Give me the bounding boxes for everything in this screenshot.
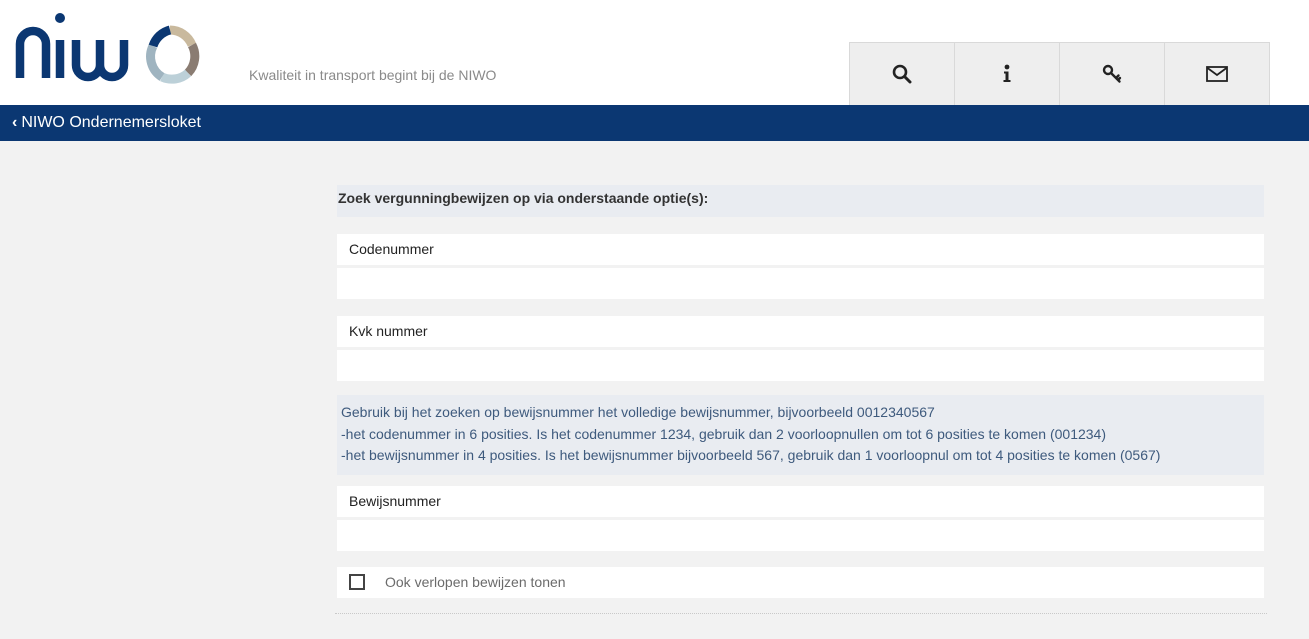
help-line: -het codenummer in 6 posities. Is het co…	[341, 425, 1106, 442]
codenummer-group: Codenummer	[337, 234, 1264, 299]
kvk-label: Kvk nummer	[337, 316, 1264, 347]
niwo-logo[interactable]	[14, 10, 200, 84]
search-form: Zoek vergunningbewijzen op via onderstaa…	[337, 185, 1264, 598]
codenummer-input[interactable]	[337, 268, 1264, 299]
bewijsnummer-group: Bewijsnummer	[337, 485, 1264, 551]
codenummer-label: Codenummer	[337, 234, 1264, 265]
help-line: Gebruik bij het zoeken op bewijsnummer h…	[341, 404, 935, 420]
key-icon	[1102, 64, 1122, 83]
expired-checkbox-label: Ook verlopen bewijzen tonen	[385, 574, 566, 590]
header-toolbar	[849, 42, 1270, 105]
expired-checkbox[interactable]	[349, 574, 365, 590]
kvk-group: Kvk nummer	[337, 316, 1264, 381]
tagline: Kwaliteit in transport begint bij de NIW…	[249, 67, 497, 83]
contact-button[interactable]	[1164, 42, 1270, 105]
chevron-left-icon: ‹	[12, 114, 18, 131]
nav-bar: ‹ NIWO Ondernemersloket	[0, 105, 1309, 141]
site-header: Kwaliteit in transport begint bij de NIW…	[0, 0, 1309, 105]
info-button[interactable]	[954, 42, 1060, 105]
expired-checkbox-row[interactable]: Ook verlopen bewijzen tonen	[337, 566, 1264, 598]
back-link[interactable]: ‹ NIWO Ondernemersloket	[12, 114, 201, 132]
help-line: -het bewijsnummer in 4 posities. Is het …	[341, 447, 1161, 463]
mail-icon	[1206, 66, 1228, 82]
search-icon	[892, 64, 912, 84]
info-icon	[1003, 64, 1011, 82]
kvk-input[interactable]	[337, 350, 1264, 381]
bewijsnummer-input[interactable]	[337, 519, 1264, 551]
form-intro: Zoek vergunningbewijzen op via onderstaa…	[337, 185, 1264, 217]
login-button[interactable]	[1059, 42, 1165, 105]
divider	[335, 613, 1267, 614]
bewijsnummer-help: Gebruik bij het zoeken op bewijsnummer h…	[337, 395, 1264, 475]
search-button[interactable]	[849, 42, 955, 105]
bewijsnummer-label: Bewijsnummer	[337, 485, 1264, 517]
back-link-label: NIWO Ondernemersloket	[21, 114, 201, 131]
